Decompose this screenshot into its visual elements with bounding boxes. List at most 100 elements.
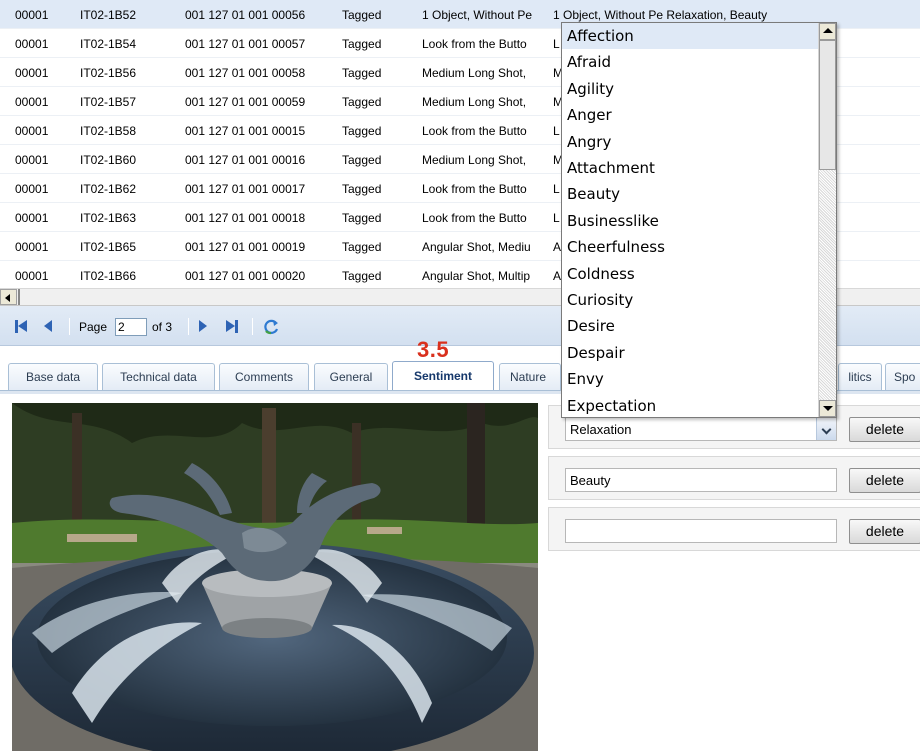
- delete-button[interactable]: delete: [849, 519, 920, 544]
- table-cell: 001 127 01 001 00017: [185, 182, 306, 196]
- table-cell: Medium Long Shot,: [422, 66, 527, 80]
- step-badge: 3.5: [417, 337, 450, 362]
- chevron-down-icon[interactable]: [816, 418, 836, 440]
- dropdown-option[interactable]: Anger: [562, 102, 818, 128]
- dropdown-option[interactable]: Envy: [562, 366, 818, 392]
- table-cell: Angular Shot, Mediu: [422, 240, 531, 254]
- table-cell: 00001: [15, 66, 49, 80]
- sentiment-select-value: Relaxation: [570, 422, 632, 437]
- table-cell: 001 127 01 001 00018: [185, 211, 306, 225]
- table-cell: 001 127 01 001 00057: [185, 37, 306, 51]
- dropdown-scrollbar[interactable]: [818, 23, 836, 417]
- last-page-icon[interactable]: [226, 320, 240, 334]
- dropdown-option[interactable]: Agility: [562, 76, 818, 102]
- scroll-left-arrow-icon[interactable]: [0, 289, 17, 305]
- delete-button[interactable]: delete: [849, 468, 920, 493]
- table-cell: 001 127 01 001 00059: [185, 95, 306, 109]
- dropdown-scrollbar-track[interactable]: [819, 170, 836, 400]
- dropdown-option[interactable]: Angry: [562, 129, 818, 155]
- table-cell: 001 127 01 001 00020: [185, 269, 306, 283]
- table-cell: 00001: [15, 124, 49, 138]
- table-cell: 1 Object, Without Pe: [422, 8, 533, 22]
- table-cell: IT02-1B54: [80, 37, 137, 51]
- tab-sentiment[interactable]: Sentiment: [392, 361, 494, 392]
- first-page-icon[interactable]: [15, 320, 29, 334]
- table-cell: Tagged: [342, 153, 382, 167]
- table-cell: IT02-1B60: [80, 153, 137, 167]
- fountain-sculpture-photo: [12, 403, 538, 751]
- dropdown-option[interactable]: Beauty: [562, 181, 818, 207]
- sentiment-row: Beauty delete: [548, 456, 920, 500]
- sentiment-editor: Relaxation delete Beauty delete delete: [548, 405, 920, 557]
- dropdown-option[interactable]: Expectation: [562, 393, 818, 417]
- dropdown-scrollbar-thumb[interactable]: [819, 40, 836, 170]
- table-cell: Look from the Butto: [422, 211, 527, 225]
- table-cell: IT02-1B63: [80, 211, 137, 225]
- table-cell: 00001: [15, 8, 49, 22]
- tab-comments[interactable]: Comments: [219, 363, 309, 391]
- table-cell: Look from the Butto: [422, 124, 527, 138]
- table-cell: Tagged: [342, 124, 382, 138]
- table-cell: IT02-1B58: [80, 124, 137, 138]
- table-cell: Look from the Butto: [422, 182, 527, 196]
- sentiment-row: delete: [548, 507, 920, 551]
- dropdown-option[interactable]: Despair: [562, 340, 818, 366]
- scrollbar-thumb[interactable]: [18, 289, 20, 305]
- table-cell: 00001: [15, 269, 49, 283]
- dropdown-option[interactable]: Coldness: [562, 261, 818, 287]
- table-cell: 001 127 01 001 00015: [185, 124, 306, 138]
- sentiment-select[interactable]: Relaxation: [565, 417, 837, 441]
- table-cell: 00001: [15, 240, 49, 254]
- sentiment-field[interactable]: Beauty: [565, 468, 837, 492]
- dropdown-option[interactable]: Afraid: [562, 49, 818, 75]
- dropdown-option[interactable]: Affection: [562, 23, 818, 49]
- page-label: Page: [79, 320, 108, 334]
- delete-button[interactable]: delete: [849, 417, 920, 442]
- dropdown-option[interactable]: Desire: [562, 313, 818, 339]
- dropdown-option[interactable]: Businesslike: [562, 208, 818, 234]
- dropdown-option[interactable]: Cheerfulness: [562, 234, 818, 260]
- table-cell: 00001: [15, 37, 49, 51]
- table-cell: Tagged: [342, 66, 382, 80]
- table-cell: Tagged: [342, 37, 382, 51]
- table-cell: 00001: [15, 95, 49, 109]
- tab-politics[interactable]: litics: [838, 363, 882, 391]
- refresh-icon[interactable]: [262, 318, 280, 336]
- dropdown-option[interactable]: Attachment: [562, 155, 818, 181]
- table-cell: IT02-1B62: [80, 182, 137, 196]
- scroll-down-arrow-icon[interactable]: [819, 400, 836, 417]
- table-cell: Tagged: [342, 182, 382, 196]
- toolbar-separator: [69, 318, 70, 335]
- previous-page-icon[interactable]: [44, 320, 58, 334]
- scroll-up-arrow-icon[interactable]: [819, 23, 836, 40]
- table-cell: IT02-1B52: [80, 8, 137, 22]
- table-cell: 00001: [15, 153, 49, 167]
- next-page-icon[interactable]: [199, 320, 213, 334]
- table-cell: IT02-1B66: [80, 269, 137, 283]
- table-cell: Angular Shot, Multip: [422, 269, 531, 283]
- page-number-input[interactable]: [115, 318, 147, 336]
- table-cell: IT02-1B57: [80, 95, 137, 109]
- table-cell: 1 Object, Without Pe Relaxation, Beauty: [553, 8, 768, 22]
- tab-sports[interactable]: Spo: [885, 363, 920, 391]
- table-cell: Tagged: [342, 240, 382, 254]
- table-cell: 001 127 01 001 00058: [185, 66, 306, 80]
- table-cell: Tagged: [342, 269, 382, 283]
- table-cell: IT02-1B56: [80, 66, 137, 80]
- table-cell: 001 127 01 001 00019: [185, 240, 306, 254]
- table-cell: 00001: [15, 182, 49, 196]
- tab-general[interactable]: General: [314, 363, 388, 391]
- page-count-label: of 3: [152, 320, 173, 334]
- tab-nature[interactable]: Nature: [499, 363, 561, 391]
- table-cell: Look from the Butto: [422, 37, 527, 51]
- tab-technical-data[interactable]: Technical data: [102, 363, 215, 391]
- table-cell: Medium Long Shot,: [422, 153, 527, 167]
- table-cell: Tagged: [342, 8, 382, 22]
- table-cell: Tagged: [342, 95, 382, 109]
- tab-base-data[interactable]: Base data: [8, 363, 98, 391]
- table-cell: IT02-1B65: [80, 240, 137, 254]
- toolbar-separator: [252, 318, 253, 335]
- toolbar-separator: [188, 318, 189, 335]
- sentiment-field[interactable]: [565, 519, 837, 543]
- dropdown-option[interactable]: Curiosity: [562, 287, 818, 313]
